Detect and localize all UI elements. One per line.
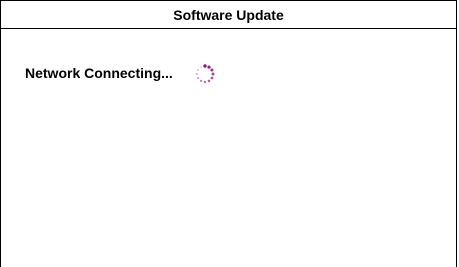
spinner-dot xyxy=(207,79,211,83)
status-row: Network Connecting... xyxy=(25,63,217,84)
software-update-dialog: Software Update Network Connecting... xyxy=(0,0,457,267)
spinner-dot xyxy=(210,76,214,80)
status-message: Network Connecting... xyxy=(25,65,173,81)
spinner-dot xyxy=(195,73,198,75)
dialog-title: Software Update xyxy=(1,1,456,29)
spinner-dot xyxy=(211,72,215,76)
spinner-dot xyxy=(203,64,207,68)
spinner-dot xyxy=(196,69,199,71)
spinner-dot xyxy=(199,79,202,83)
loading-spinner-icon xyxy=(195,64,215,84)
spinner-dot xyxy=(210,68,214,72)
spinner-dot xyxy=(203,80,206,84)
spinner-dot xyxy=(200,66,202,68)
dialog-body: Network Connecting... xyxy=(1,29,456,267)
spinner-dot xyxy=(196,76,199,80)
spinner-dot xyxy=(207,65,211,69)
